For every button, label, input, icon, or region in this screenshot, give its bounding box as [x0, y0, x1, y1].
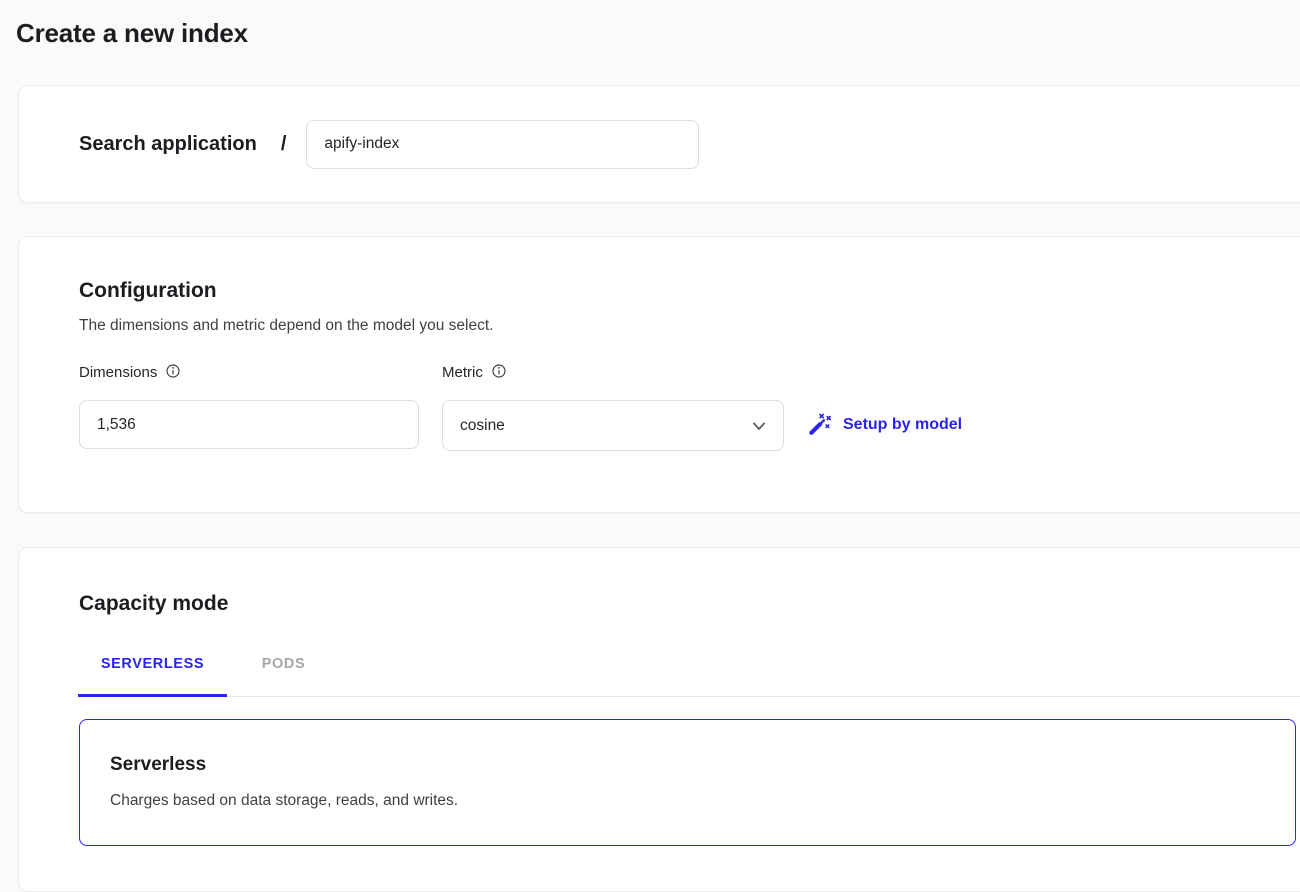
dimensions-input[interactable] [79, 400, 419, 449]
chevron-down-icon [750, 417, 768, 435]
index-name-input[interactable] [306, 120, 699, 169]
dimensions-label: Dimensions [79, 364, 180, 381]
configuration-card: Configuration The dimensions and metric … [18, 236, 1300, 513]
serverless-option-card[interactable]: Serverless Charges based on data storage… [79, 719, 1296, 846]
page-title: Create a new index [16, 18, 248, 49]
setup-by-model-label: Setup by model [843, 416, 962, 434]
configuration-title: Configuration [79, 279, 217, 303]
configuration-subtitle: The dimensions and metric depend on the … [79, 317, 493, 335]
metric-selected-value: cosine [460, 417, 505, 435]
tab-pods-label: PODS [262, 656, 306, 672]
info-icon[interactable] [492, 364, 506, 378]
active-tab-underline [78, 694, 227, 697]
metric-label-text: Metric [442, 364, 483, 381]
tab-pods[interactable]: PODS [227, 644, 340, 696]
capacity-mode-title: Capacity mode [79, 592, 228, 616]
magic-wand-icon [807, 412, 832, 437]
serverless-option-description: Charges based on data storage, reads, an… [110, 792, 458, 810]
search-application-label: Search application [79, 133, 257, 156]
capacity-mode-card: Capacity mode SERVERLESS PODS Serverless… [18, 547, 1300, 892]
tab-serverless-label: SERVERLESS [101, 656, 204, 672]
metric-select[interactable]: cosine [442, 400, 784, 451]
serverless-option-title: Serverless [110, 754, 206, 776]
index-name-card: Search application / [18, 85, 1300, 203]
setup-by-model-link[interactable]: Setup by model [807, 412, 962, 437]
metric-label: Metric [442, 364, 506, 381]
name-separator: / [281, 133, 287, 156]
tab-serverless[interactable]: SERVERLESS [78, 644, 227, 696]
capacity-mode-tabs: SERVERLESS PODS [78, 644, 1300, 697]
info-icon[interactable] [166, 364, 180, 378]
dimensions-label-text: Dimensions [79, 364, 157, 381]
